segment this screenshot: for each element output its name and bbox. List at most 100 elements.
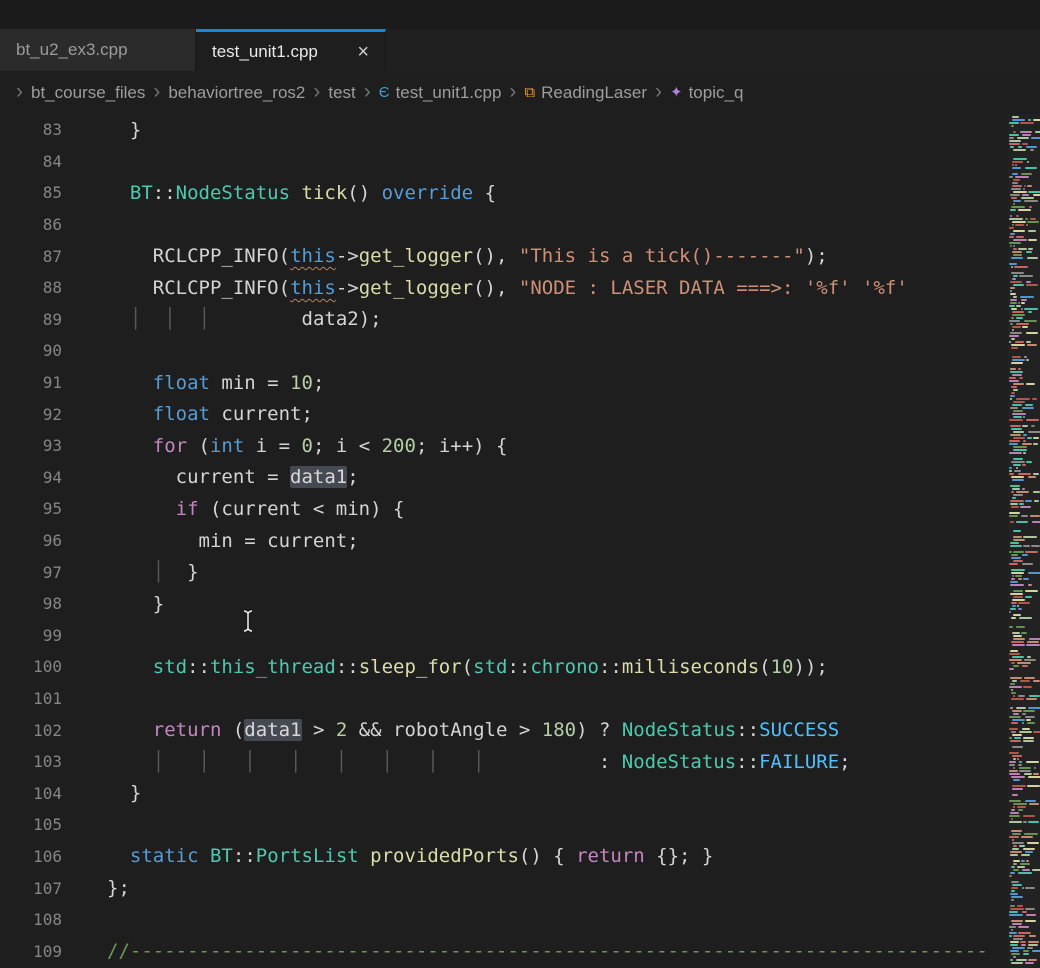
breadcrumb-item-behaviortree-ros2[interactable]: behaviortree_ros2 (168, 83, 305, 103)
minimap-line (1012, 710, 1022, 712)
close-tab-icon[interactable]: × (357, 42, 369, 62)
minimap-line (1018, 473, 1031, 475)
minimap-line (1010, 500, 1024, 502)
code-token (107, 308, 130, 330)
minimap-line (1032, 869, 1040, 871)
minimap-line (1009, 218, 1023, 220)
code-line-88[interactable]: 88 RCLCPP_INFO(this->get_logger(), "NODE… (0, 272, 1008, 304)
minimap-line (1019, 503, 1024, 505)
minimap-line (1026, 359, 1029, 361)
minimap-line (1009, 875, 1012, 877)
minimap-line (1010, 944, 1018, 946)
code-line-100[interactable]: 100 std::this_thread::sleep_for(std::chr… (0, 651, 1008, 683)
code-line-91[interactable]: 91 float min = 10; (0, 367, 1008, 399)
code-line-97[interactable]: 97 │ } (0, 556, 1008, 588)
minimap-line (1023, 536, 1037, 538)
code-line-105[interactable]: 105 (0, 809, 1008, 841)
tab-test_unit1-cpp[interactable]: test_unit1.cpp × (196, 29, 386, 71)
code-token: BT (210, 845, 233, 867)
minimap-line (1027, 947, 1033, 949)
code-token: get_logger (359, 245, 473, 267)
minimap-line (1031, 545, 1040, 547)
code-line-93[interactable]: 93 for (int i = 0; i < 200; i++) { (0, 430, 1008, 462)
breadcrumb-item-bt-course-files[interactable]: bt_course_files (31, 83, 145, 103)
code-line-102[interactable]: 102 return (data1 > 2 && robotAngle > 18… (0, 714, 1008, 746)
code-token: //--------------------------------------… (107, 940, 988, 962)
line-number: 106 (0, 847, 62, 866)
tab-bt_u2_ex3-cpp[interactable]: bt_u2_ex3.cpp (0, 29, 196, 71)
minimap-line (1017, 605, 1019, 607)
minimap-line (1009, 821, 1022, 823)
code-token: () (347, 182, 381, 204)
code-line-84[interactable]: 84 (0, 146, 1008, 178)
breadcrumb-item-test-unit1-cpp[interactable]: Єtest_unit1.cpp (379, 83, 502, 103)
minimap-line (1012, 734, 1022, 736)
minimap-line (1013, 149, 1026, 151)
breadcrumb-item-test[interactable]: test (328, 83, 355, 103)
code-line-83[interactable]: 83 } (0, 114, 1008, 146)
minimap-line (1011, 266, 1013, 268)
code-line-89[interactable]: 89 │ │ │ data2); (0, 304, 1008, 336)
minimap-line (1013, 200, 1021, 202)
code-line-94[interactable]: 94 current = data1; (0, 462, 1008, 494)
minimap-line (1027, 842, 1039, 844)
minimap-line (1011, 578, 1015, 580)
minimap-line (1009, 911, 1018, 913)
code-line-101[interactable]: 101 (0, 683, 1008, 715)
code-line-92[interactable]: 92 float current; (0, 398, 1008, 430)
code-line-87[interactable]: 87 RCLCPP_INFO(this->get_logger(), "This… (0, 240, 1008, 272)
code-line-108[interactable]: 108 (0, 904, 1008, 936)
editor[interactable]: 83 }8485 BT::NodeStatus tick() override … (0, 114, 1040, 968)
minimap-line (1025, 800, 1036, 802)
minimap-line (1022, 554, 1028, 556)
breadcrumb-item-topic-q[interactable]: ✦topic_q (670, 83, 743, 103)
code-line-95[interactable]: 95 if (current < min) { (0, 493, 1008, 525)
minimap-line (1028, 191, 1040, 193)
code-line-98[interactable]: 98 } (0, 588, 1008, 620)
minimap-line (1012, 605, 1016, 607)
minimap-line (1009, 626, 1013, 628)
code-line-104[interactable]: 104 } (0, 777, 1008, 809)
code-token (107, 403, 153, 425)
minimap-line (1019, 617, 1032, 619)
minimap-line (1013, 389, 1018, 391)
code-token: return (153, 719, 222, 741)
minimap-line (1009, 737, 1012, 739)
code-line-103[interactable]: 103 │ │ │ │ │ │ │ │ : NodeStatus::FAILUR… (0, 746, 1008, 778)
code-line-106[interactable]: 106 static BT::PortsList providedPorts()… (0, 841, 1008, 873)
minimap-line (1013, 536, 1022, 538)
code-line-85[interactable]: 85 BT::NodeStatus tick() override { (0, 177, 1008, 209)
minimap-line (1023, 416, 1025, 418)
code-line-90[interactable]: 90 (0, 335, 1008, 367)
minimap-line (1012, 221, 1026, 223)
minimap-line (1025, 596, 1032, 598)
minimap-line (1019, 761, 1022, 763)
minimap-line (1016, 626, 1025, 628)
code-line-99[interactable]: 99 (0, 620, 1008, 652)
minimap-line (1009, 143, 1020, 145)
minimap-line (1009, 770, 1018, 772)
code-line-96[interactable]: 96 min = current; (0, 525, 1008, 557)
minimap-line (1013, 416, 1022, 418)
minimap-line (1011, 698, 1024, 700)
minimap-line (1010, 593, 1023, 595)
minimap-line (1026, 281, 1031, 283)
code-line-86[interactable]: 86 (0, 209, 1008, 241)
code-line-109[interactable]: 109//-----------------------------------… (0, 935, 1008, 967)
minimap[interactable] (1008, 114, 1040, 968)
code-token: ( (462, 656, 473, 678)
minimap-line (1013, 230, 1025, 232)
minimap-line (1021, 173, 1032, 175)
code-line-107[interactable]: 107}; (0, 872, 1008, 904)
minimap-line (1028, 476, 1036, 478)
minimap-line (1009, 773, 1020, 775)
line-content: │ } (62, 561, 199, 583)
minimap-line (1022, 887, 1024, 889)
minimap-line (1012, 356, 1021, 358)
cpp-file-icon: Є (379, 85, 390, 100)
code-token: 10 (771, 656, 794, 678)
breadcrumb-item-readinglaser[interactable]: ⧉ReadingLaser (524, 83, 647, 103)
code-area[interactable]: 83 }8485 BT::NodeStatus tick() override … (0, 114, 1008, 968)
minimap-line (1009, 140, 1021, 142)
minimap-line (1010, 302, 1017, 304)
